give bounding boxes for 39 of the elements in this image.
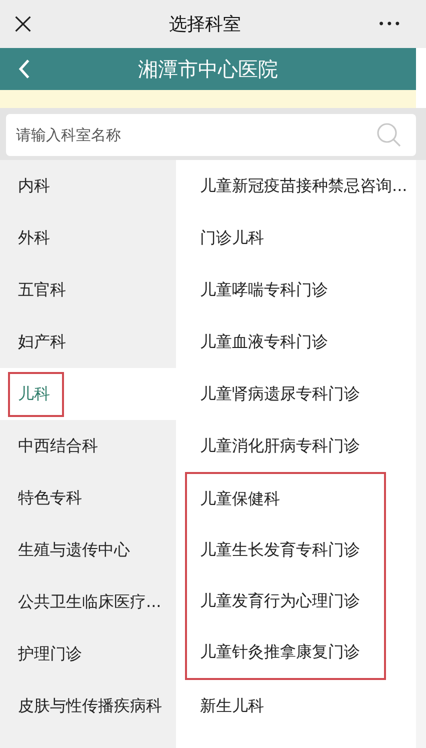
department-item[interactable]: 儿童发育行为心理门诊 bbox=[187, 576, 384, 627]
more-menu-button[interactable]: ••• bbox=[378, 17, 402, 31]
department-item[interactable]: 门诊儿科 bbox=[176, 212, 416, 264]
category-item[interactable]: 生殖与遗传中心 bbox=[0, 524, 176, 576]
category-label: 皮肤与性传播疾病科 bbox=[18, 696, 162, 716]
category-label: 妇产科 bbox=[18, 332, 66, 352]
category-item[interactable]: 皮肤与性传播疾病科 bbox=[0, 680, 176, 732]
category-label: 护理门诊 bbox=[18, 644, 82, 664]
department-item[interactable]: 儿童保健科 bbox=[187, 474, 384, 525]
department-item[interactable]: 儿童针灸推拿康复门诊 bbox=[187, 627, 384, 678]
category-item[interactable]: 内科 bbox=[0, 160, 176, 212]
category-item[interactable]: 五官科 bbox=[0, 264, 176, 316]
hospital-name: 湘潭市中心医院 bbox=[138, 56, 278, 82]
highlighted-label: 儿科 bbox=[8, 372, 64, 416]
category-label: 外科 bbox=[18, 228, 50, 248]
department-item[interactable]: 新生儿科 bbox=[176, 680, 416, 732]
category-item[interactable]: 妇产科 bbox=[0, 316, 176, 368]
category-label: 中西结合科 bbox=[18, 436, 98, 456]
page-title: 选择科室 bbox=[168, 13, 241, 36]
department-item[interactable]: 儿童血液专科门诊 bbox=[176, 316, 416, 368]
category-item[interactable]: 外科 bbox=[0, 212, 176, 264]
category-label: 特色专科 bbox=[18, 488, 82, 508]
category-item[interactable]: 儿科 bbox=[0, 368, 176, 420]
department-item[interactable]: 儿童消化肝病专科门诊 bbox=[176, 420, 416, 472]
close-icon[interactable] bbox=[14, 15, 32, 33]
category-item[interactable]: 中西结合科 bbox=[0, 420, 176, 472]
search-field[interactable]: 请输入科室名称 bbox=[6, 114, 416, 156]
category-label: 生殖与遗传中心 bbox=[18, 540, 130, 560]
department-item[interactable]: 儿童哮喘专科门诊 bbox=[176, 264, 416, 316]
category-item[interactable]: 特色专科 bbox=[0, 472, 176, 524]
department-item[interactable]: 儿童肾病遗尿专科门诊 bbox=[176, 368, 416, 420]
category-label: 内科 bbox=[18, 176, 50, 196]
category-label: 五官科 bbox=[18, 280, 66, 300]
back-icon[interactable] bbox=[18, 58, 30, 80]
category-item[interactable]: 护理门诊 bbox=[0, 628, 176, 680]
category-item[interactable]: 公共卫生临床医疗... bbox=[0, 576, 176, 628]
department-item[interactable]: 儿童新冠疫苗接种禁忌咨询... bbox=[176, 160, 416, 212]
department-item[interactable]: 儿童生长发育专科门诊 bbox=[187, 525, 384, 576]
category-label: 公共卫生临床医疗... bbox=[18, 592, 162, 612]
